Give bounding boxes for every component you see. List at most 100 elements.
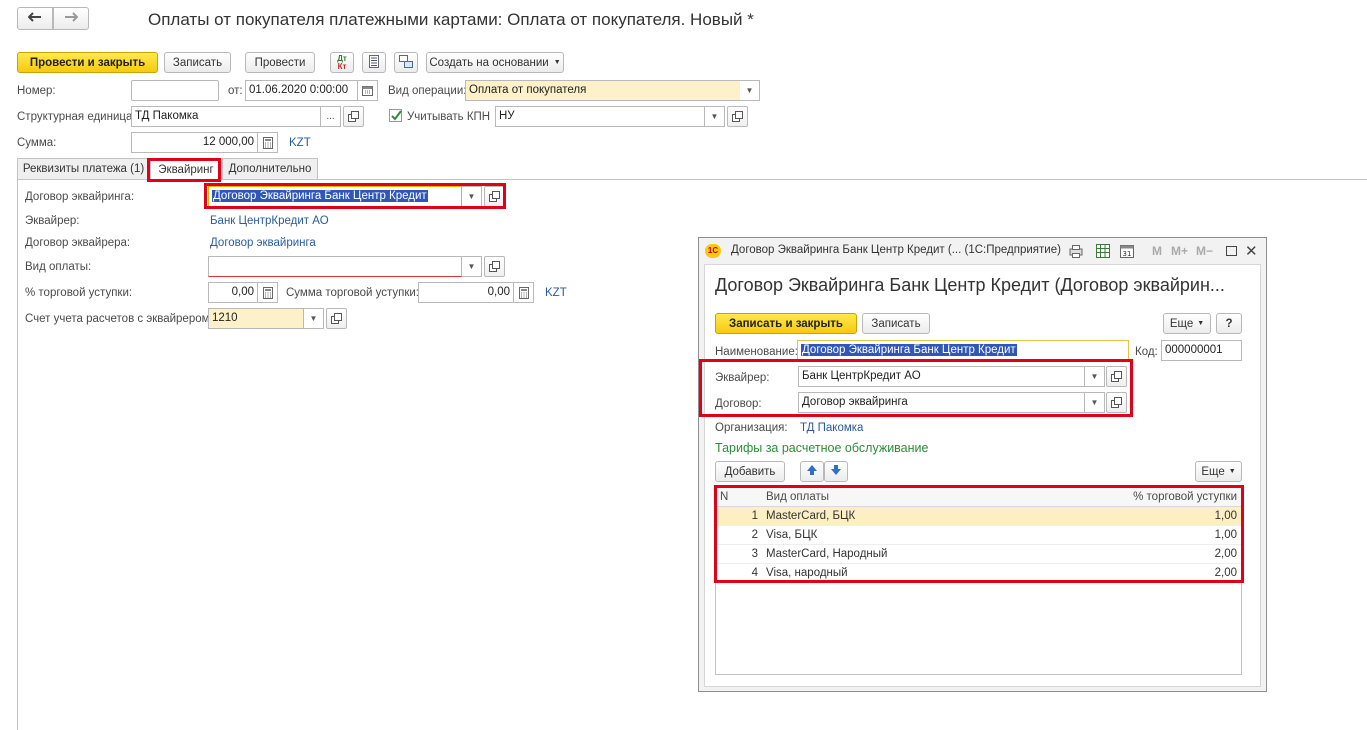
organization-link[interactable]: ТД Пакомка [800,421,863,435]
dt-kt-button[interactable]: Дт Кт [330,52,354,73]
payment-type-open-button[interactable] [484,256,505,277]
dialog-contract-open-button[interactable] [1106,392,1127,413]
calculator-icon [518,286,529,299]
column-payment-type[interactable]: Вид оплаты [762,488,1129,507]
chevron-down-icon: ▼ [1228,468,1236,475]
row-type: MasterCard, Народный [762,544,1129,564]
calendar-icon[interactable]: 31 [1120,244,1134,261]
structure-button[interactable] [394,52,418,73]
acquirer-link[interactable]: Банк ЦентрКредит АО [210,214,329,228]
dialog-more-button[interactable]: Еще ▼ [1163,313,1211,334]
arrow-down-icon [830,464,842,479]
table-row[interactable]: 4 Visa, народный 2,00 [716,563,1241,583]
open-icon [1111,371,1122,382]
acquiring-contract-field[interactable]: Договор Эквайринга Банк Центр Кредит [208,186,462,207]
payment-type-dropdown[interactable]: ▼ [462,256,482,277]
content-left-border [17,180,18,730]
tab-acquiring[interactable]: Эквайринг [150,158,222,180]
name-field[interactable]: Договор Эквайринга Банк Центр Кредит [797,340,1129,361]
arrow-up-icon [806,464,818,479]
spreadsheet-icon[interactable] [1096,244,1110,261]
discount-percent-calculator[interactable] [258,282,278,303]
1c-logo-icon: 1C [705,244,721,258]
dialog-contract-dropdown[interactable]: ▼ [1085,392,1105,413]
acquirer-contract-link[interactable]: Договор эквайринга [210,236,316,250]
structural-unit-open-button[interactable] [343,106,364,127]
dialog-body: Договор Эквайринга Банк Центр Кредит (До… [699,264,1261,687]
date-field[interactable]: 01.06.2020 0:00:00 [245,80,358,101]
memory-minus-button[interactable]: M− [1196,244,1213,258]
sum-field[interactable]: 12 000,00 [131,132,258,153]
calculator-button[interactable] [258,132,278,153]
sum-currency[interactable]: KZT [289,136,311,150]
dialog-save-button[interactable]: Записать [862,313,930,334]
kpn-checkbox[interactable] [389,109,402,122]
discount-sum-field[interactable]: 0,00 [418,282,514,303]
settlement-account-open-button[interactable] [326,308,347,329]
dialog-contract-field[interactable]: Договор эквайринга [798,392,1085,413]
memory-plus-button[interactable]: M+ [1171,244,1188,258]
calendar-button[interactable] [358,80,378,101]
dialog-acquirer-open-button[interactable] [1106,366,1127,387]
settlement-account-dropdown[interactable]: ▼ [304,308,324,329]
payment-type-field[interactable] [208,256,462,277]
row-pct: 1,00 [1129,506,1241,526]
back-button[interactable] [17,7,53,30]
create-based-on-button[interactable]: Создать на основании ▼ [426,52,564,73]
help-button[interactable]: ? [1216,313,1242,334]
tab-payment-details[interactable]: Реквизиты платежа (1) [17,158,150,179]
save-button[interactable]: Записать [164,52,231,73]
add-row-button[interactable]: Добавить [715,461,785,482]
discount-sum-calculator[interactable] [514,282,534,303]
dt-kt-icon-bottom: Кт [337,61,347,71]
name-label: Наименование: [715,346,798,358]
operation-type-field[interactable]: Оплата от покупателя [465,80,741,101]
table-row[interactable]: 3 MasterCard, Народный 2,00 [716,544,1241,564]
post-and-close-button[interactable]: Провести и закрыть [17,52,158,73]
acquiring-contract-open-button[interactable] [484,186,505,207]
memory-m-button[interactable]: M [1152,244,1162,258]
chevron-down-icon: ▼ [1197,320,1205,327]
dialog-title: Договор Эквайринга Банк Центр Кредит (..… [731,244,1061,256]
kpn-dropdown[interactable]: ▼ [705,106,725,127]
move-down-button[interactable] [824,461,848,482]
contract-dialog: 1C Договор Эквайринга Банк Центр Кредит … [698,237,1267,692]
calculator-icon [262,286,273,299]
table-more-label: Еще [1201,465,1225,478]
table-more-button[interactable]: Еще ▼ [1195,461,1242,482]
save-and-close-button[interactable]: Записать и закрыть [715,313,857,334]
table-row[interactable]: 2 Visa, БЦК 1,00 [716,525,1241,545]
chevron-down-icon: ▼ [467,262,476,271]
code-field[interactable]: 000000001 [1161,340,1242,361]
table-row[interactable]: 1 MasterCard, БЦК 1,00 [716,506,1241,526]
payment-type-label: Вид оплаты: [25,261,92,273]
number-field[interactable] [131,80,219,101]
kpn-field[interactable]: НУ [495,106,705,127]
row-n: 4 [716,563,762,583]
post-button[interactable]: Провести [245,52,315,73]
structural-unit-field[interactable]: ТД Пакомка [131,106,321,127]
operation-type-dropdown[interactable]: ▼ [740,80,760,101]
forward-button[interactable] [53,7,89,30]
discount-currency[interactable]: KZT [545,286,567,300]
dialog-acquirer-field[interactable]: Банк ЦентрКредит АО [798,366,1085,387]
row-pct: 1,00 [1129,525,1241,545]
move-up-button[interactable] [800,461,824,482]
column-n[interactable]: N [716,488,762,507]
print-icon[interactable] [1069,244,1083,261]
structure-icon [399,54,413,71]
create-based-on-label: Создать на основании [429,56,549,69]
discount-percent-field[interactable]: 0,00 [208,282,258,303]
settlement-account-field[interactable]: 1210 [208,308,304,329]
dialog-acquirer-dropdown[interactable]: ▼ [1085,366,1105,387]
column-discount[interactable]: % торговой уступки [1129,488,1241,507]
acquiring-contract-dropdown[interactable]: ▼ [462,186,482,207]
document-list-button[interactable] [362,52,386,73]
maximize-icon[interactable] [1226,246,1237,256]
structural-unit-select-button[interactable]: ... [321,106,341,127]
tab-additional[interactable]: Дополнительно [222,158,318,179]
close-icon[interactable]: ✕ [1245,242,1258,260]
number-label: Номер: [17,85,56,97]
kpn-open-button[interactable] [727,106,748,127]
open-icon [489,261,500,272]
